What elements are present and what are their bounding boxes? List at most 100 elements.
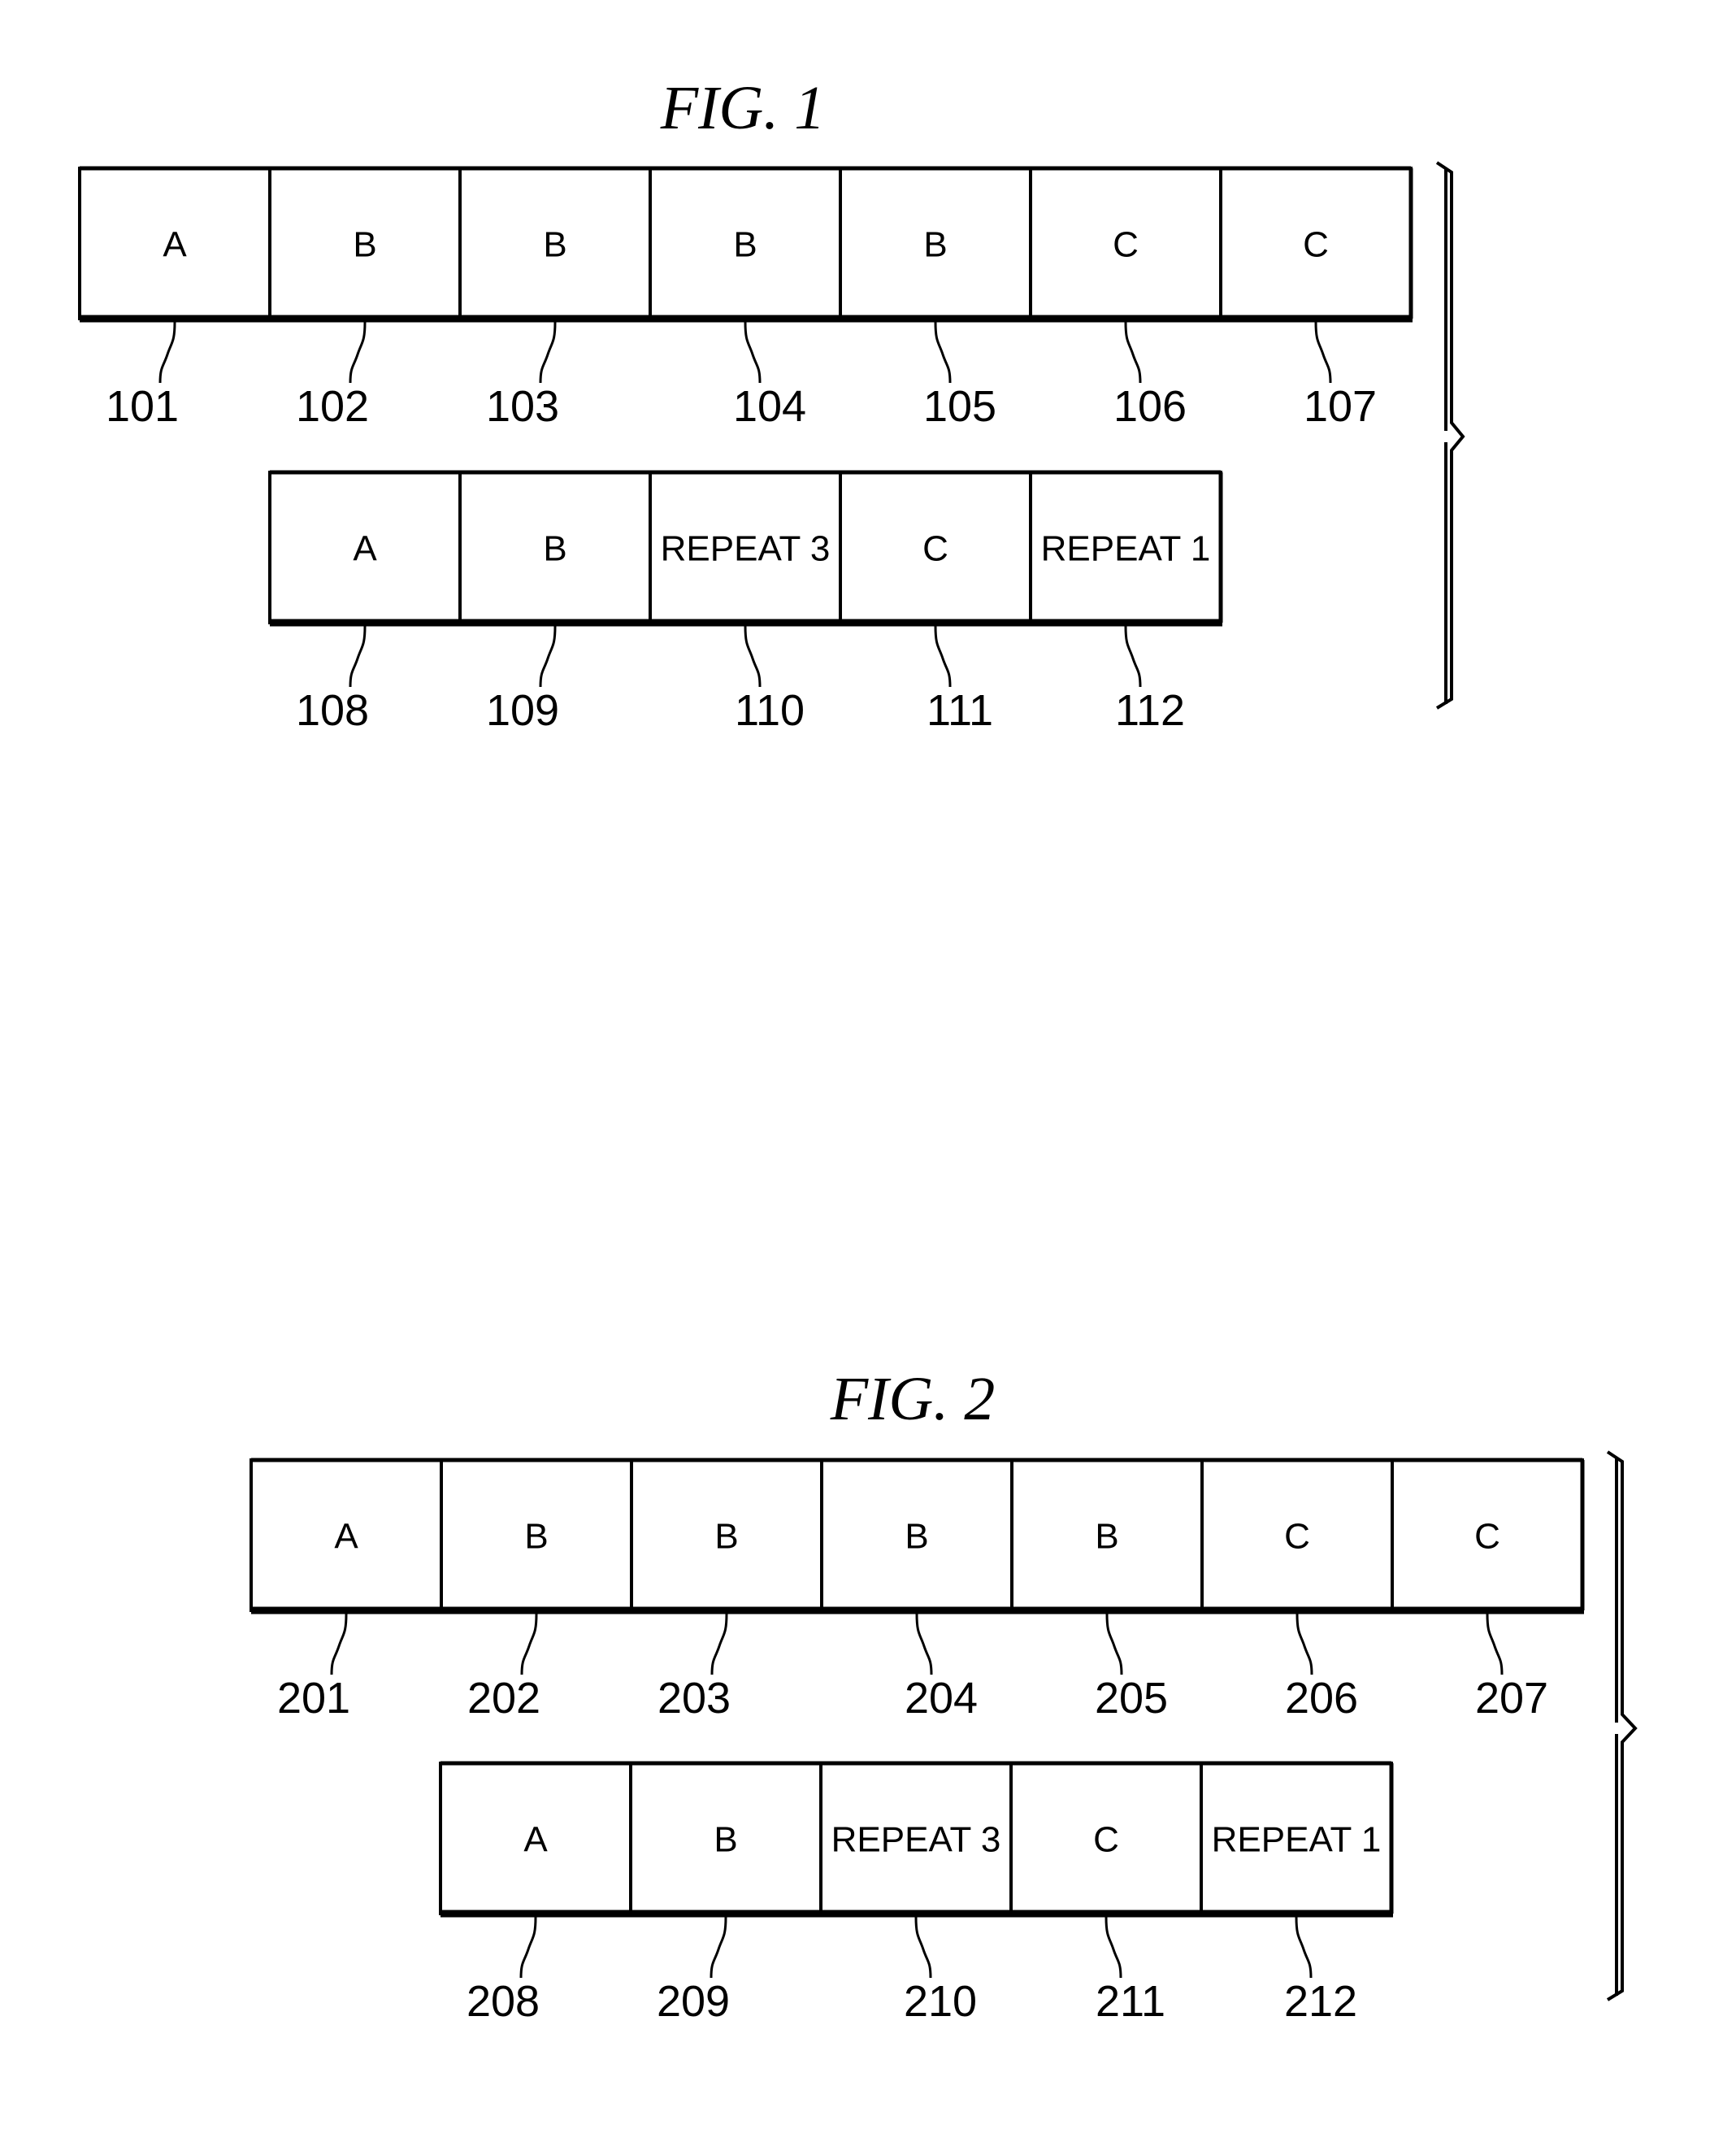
cell-label: REPEAT 1	[1212, 1820, 1382, 1860]
reference-numeral: 212	[1284, 1977, 1357, 2026]
sequence-cell: C 206	[1200, 1458, 1394, 1723]
leader-line	[934, 625, 952, 688]
leader-line	[519, 1916, 537, 1979]
leader-line	[915, 1613, 933, 1675]
sequence-cell: B 203	[630, 1458, 823, 1723]
leader-line	[914, 1916, 932, 1979]
leader-line	[934, 321, 952, 384]
cell-label: B	[524, 1517, 548, 1557]
reference-numeral: 204	[905, 1674, 978, 1723]
sequence-cell: B 102	[268, 167, 462, 431]
leader-line	[710, 1916, 727, 1979]
cell-label: C	[1284, 1517, 1310, 1557]
reference-numeral: 107	[1304, 382, 1377, 431]
leader-line	[539, 321, 557, 384]
reference-numeral: 209	[657, 1977, 730, 2026]
leader-line	[1124, 625, 1142, 688]
leader-line	[1105, 1613, 1123, 1675]
sequence-row-compressed-sequence: A 208 B 209 REPEAT 3 210 C 211 REPEAT 1 212	[439, 1761, 1394, 2026]
cell-label: C	[1093, 1820, 1119, 1860]
reference-numeral: 201	[277, 1674, 350, 1723]
sequence-cell: B 109	[458, 471, 652, 735]
reference-numeral: 203	[658, 1674, 731, 1723]
leader-line	[1314, 321, 1332, 384]
sequence-cell: REPEAT 3 210	[819, 1762, 1013, 2026]
sequence-cell: A 208	[439, 1762, 632, 2026]
figure-2: A 201 B 202 B 203 B 204 B 205 C 206 C 207 A 208 B 209 REPE…	[250, 1458, 1585, 2026]
reference-numeral: 207	[1475, 1674, 1548, 1723]
leader-line	[744, 321, 762, 384]
reference-numeral: 210	[904, 1977, 977, 2026]
figure-2-title: FIG. 2	[830, 1365, 996, 1433]
sequence-cell: B 105	[839, 167, 1032, 431]
cell-label: REPEAT 3	[661, 529, 831, 569]
sequence-row-compressed-sequence: A 108 B 109 REPEAT 3 110 C 111 REPEAT 1 112	[268, 470, 1223, 735]
sequence-cell: B 103	[458, 167, 652, 431]
reference-numeral: 206	[1285, 1674, 1358, 1723]
leader-line	[1295, 1916, 1313, 1979]
sequence-cell: A 201	[250, 1458, 443, 1723]
sequence-cell: REPEAT 1 212	[1200, 1762, 1393, 2026]
cell-label: A	[334, 1517, 358, 1557]
reference-numeral: 106	[1113, 382, 1187, 431]
cell-label: REPEAT 1	[1041, 529, 1211, 569]
leader-line	[1486, 1613, 1504, 1675]
cell-label: B	[543, 225, 566, 265]
reference-numeral: 112	[1115, 686, 1185, 735]
cell-label: REPEAT 3	[831, 1820, 1001, 1860]
sequence-cell: C 111	[839, 471, 1032, 735]
leader-line	[710, 1613, 728, 1675]
sequence-row-uncompressed-sequence: A 101 B 102 B 103 B 104 B 105 C 106 C 107	[78, 166, 1413, 431]
cell-label: B	[714, 1517, 738, 1557]
cell-label: B	[923, 225, 947, 265]
sequence-cell: C 107	[1219, 167, 1413, 431]
reference-numeral: 110	[735, 686, 805, 735]
sequence-cell: C 211	[1009, 1762, 1203, 2026]
leader-line	[1105, 1916, 1122, 1979]
cell-label: C	[922, 529, 948, 569]
cell-label: B	[733, 225, 757, 265]
sequence-cell: C 207	[1391, 1458, 1584, 1723]
reference-numeral: 105	[923, 382, 996, 431]
reference-numeral: 111	[927, 686, 993, 735]
reference-numeral: 211	[1096, 1977, 1165, 2026]
sequence-cell: B 104	[649, 167, 842, 431]
sequence-cell: A 101	[78, 167, 271, 431]
cell-label: C	[1113, 225, 1139, 265]
cell-label: B	[353, 225, 376, 265]
sequence-cell: REPEAT 3 110	[649, 471, 842, 735]
reference-numeral: 103	[486, 382, 559, 431]
reference-numeral: 101	[106, 382, 179, 431]
figure-1-brace	[1435, 161, 1465, 710]
sequence-cell: B 204	[820, 1458, 1013, 1723]
reference-numeral: 202	[467, 1674, 540, 1723]
patent-drawing-sheet: FIG. 1 A 101 B 102 B 103 B 104 B 105 C 106 C 107 A 108 B…	[78, 74, 1638, 2026]
reference-numeral: 102	[296, 382, 369, 431]
figure-1-title: FIG. 1	[660, 74, 826, 142]
sequence-cell: REPEAT 1 112	[1029, 471, 1222, 735]
reference-numeral: 205	[1095, 1674, 1168, 1723]
sequence-cell: B 205	[1010, 1458, 1204, 1723]
cell-label: B	[714, 1820, 737, 1860]
cell-label: C	[1303, 225, 1329, 265]
leader-line	[1295, 1613, 1313, 1675]
cell-label: A	[353, 529, 377, 569]
leader-line	[1124, 321, 1142, 384]
cell-label: B	[543, 529, 566, 569]
sequence-cell: B 202	[440, 1458, 633, 1723]
reference-numeral: 109	[486, 686, 559, 735]
cell-label: A	[523, 1820, 548, 1860]
leader-line	[349, 321, 367, 384]
reference-numeral: 208	[467, 1977, 540, 2026]
cell-label: B	[1095, 1517, 1118, 1557]
cell-label: B	[905, 1517, 928, 1557]
leader-line	[520, 1613, 538, 1675]
leader-line	[330, 1613, 348, 1675]
leader-line	[539, 625, 557, 688]
leader-line	[349, 625, 367, 688]
leader-line	[744, 625, 762, 688]
reference-numeral: 108	[296, 686, 369, 735]
reference-numeral: 104	[733, 382, 806, 431]
figure-2-brace	[1606, 1450, 1638, 2001]
sequence-row-uncompressed-sequence: A 201 B 202 B 203 B 204 B 205 C 206 C 207	[250, 1458, 1585, 1723]
